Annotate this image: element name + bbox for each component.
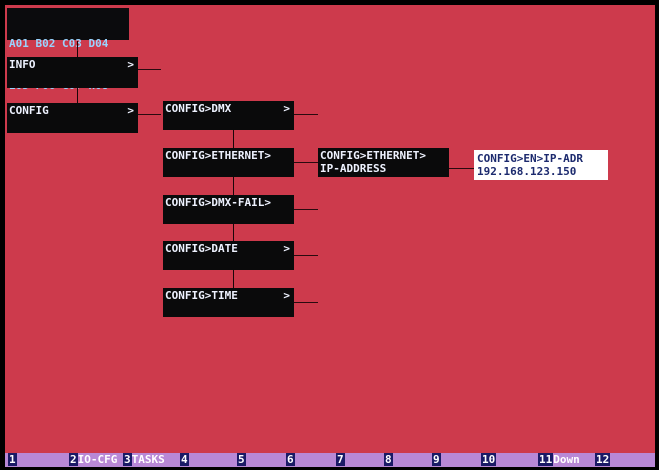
fkey-label: IO-CFG: [77, 453, 118, 466]
connector: [138, 114, 161, 115]
fkey-number: 6: [286, 453, 295, 466]
menu-config-dmx[interactable]: CONFIG>DMX >: [163, 101, 294, 130]
fkey-number: 11: [538, 453, 554, 466]
status-line-1: A01 B02 C03 D04: [9, 37, 109, 50]
fkey-number: 7: [336, 453, 345, 466]
connector: [233, 224, 234, 241]
fkey-label: TASKS: [131, 453, 165, 466]
ip-address-panel: CONFIG>EN>IP-ADR 192.168.123.150: [474, 150, 608, 180]
menu-config-ethernet-label: CONFIG>ETHERNET>: [165, 149, 271, 162]
fkey-number: 3: [123, 453, 132, 466]
chevron-right-icon: >: [283, 242, 290, 255]
menu-config[interactable]: CONFIG >: [7, 103, 138, 133]
connector: [77, 88, 78, 104]
menu-config-dmx-fail[interactable]: CONFIG>DMX-FAIL>: [163, 195, 294, 224]
menu-info[interactable]: INFO >: [7, 57, 138, 88]
connector: [449, 168, 474, 169]
menu-config-ethernet-ip-address[interactable]: CONFIG>ETHERNET> IP-ADDRESS: [318, 148, 449, 177]
fkey-number: 1: [8, 453, 17, 466]
connector: [233, 130, 234, 148]
fkey-1[interactable]: 1: [8, 453, 17, 467]
fkey-11[interactable]: 11Down: [538, 453, 580, 467]
fkey-number: 10: [481, 453, 497, 466]
submenu-item-ip-address: IP-ADDRESS: [320, 162, 387, 175]
menu-config-label: CONFIG: [9, 104, 49, 117]
connector: [294, 209, 318, 210]
menu-config-dmx-fail-label: CONFIG>DMX-FAIL>: [165, 196, 271, 209]
chevron-right-icon: >: [127, 58, 134, 71]
fkey-2[interactable]: 2IO-CFG: [69, 453, 117, 467]
fkey-4[interactable]: 4: [180, 453, 189, 467]
fkey-number: 9: [432, 453, 441, 466]
menu-info-label: INFO: [9, 58, 36, 71]
fkey-number: 2: [69, 453, 78, 466]
chevron-right-icon: >: [283, 102, 290, 115]
connector: [294, 255, 318, 256]
fkey-6[interactable]: 6: [286, 453, 295, 467]
fkey-5[interactable]: 5: [237, 453, 246, 467]
connector: [233, 270, 234, 288]
terminal-screen: A01 B02 C03 D04 E05 F06 G07 H08 INFO > C…: [5, 5, 655, 467]
fkey-8[interactable]: 8: [384, 453, 393, 467]
menu-config-time-label: CONFIG>TIME: [165, 289, 238, 302]
submenu-title: CONFIG>ETHERNET>: [320, 149, 426, 162]
fkey-3[interactable]: 3TASKS: [123, 453, 165, 467]
menu-config-ethernet[interactable]: CONFIG>ETHERNET>: [163, 148, 294, 177]
fkey-number: 8: [384, 453, 393, 466]
channel-status-panel: A01 B02 C03 D04 E05 F06 G07 H08: [7, 8, 129, 92]
menu-config-date[interactable]: CONFIG>DATE >: [163, 241, 294, 270]
fkey-label: Down: [553, 453, 580, 466]
connector: [138, 69, 161, 70]
fkey-9[interactable]: 9: [432, 453, 441, 467]
fkey-number: 4: [180, 453, 189, 466]
menu-config-dmx-label: CONFIG>DMX: [165, 102, 232, 115]
fkey-7[interactable]: 7: [336, 453, 345, 467]
connector: [233, 177, 234, 195]
ip-panel-title: CONFIG>EN>IP-ADR: [477, 152, 583, 165]
fkey-10[interactable]: 10: [481, 453, 497, 467]
function-key-bar: 1 2IO-CFG 3TASKS 4 5 6 7 8 9 10 11Down 1…: [5, 453, 655, 467]
chevron-right-icon: >: [283, 289, 290, 302]
chevron-right-icon: >: [127, 104, 134, 117]
fkey-12[interactable]: 12: [595, 453, 611, 467]
connector: [294, 162, 318, 163]
menu-config-time[interactable]: CONFIG>TIME >: [163, 288, 294, 317]
connector: [294, 302, 318, 303]
fkey-number: 12: [595, 453, 611, 466]
menu-config-date-label: CONFIG>DATE: [165, 242, 238, 255]
fkey-number: 5: [237, 453, 246, 466]
connector: [294, 114, 318, 115]
ip-address-value[interactable]: 192.168.123.150: [477, 165, 576, 178]
